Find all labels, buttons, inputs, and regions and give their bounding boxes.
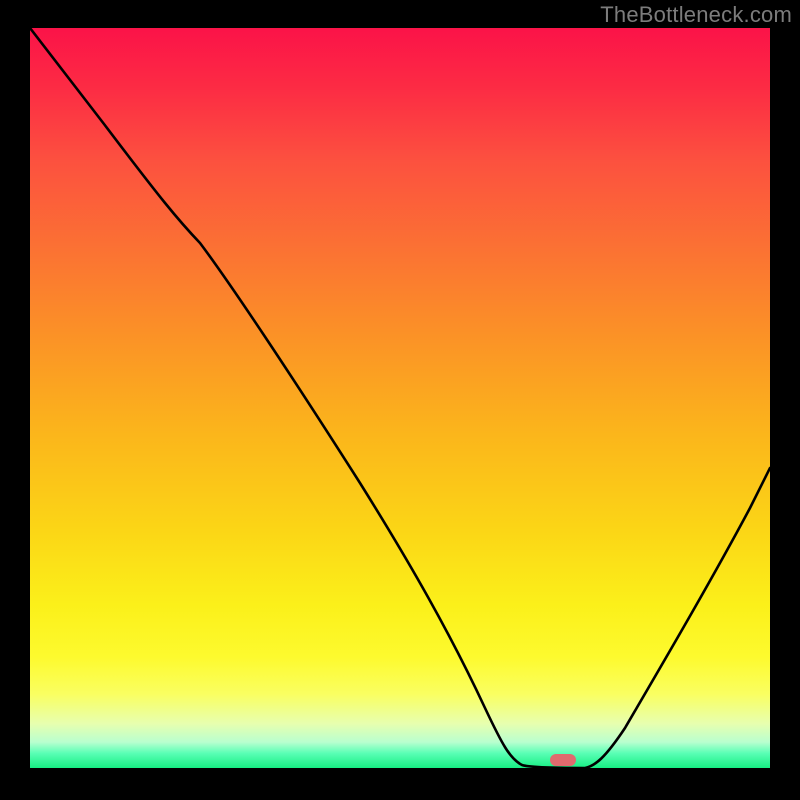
bottleneck-curve bbox=[30, 28, 770, 768]
chart-frame: TheBottleneck.com bbox=[0, 0, 800, 800]
watermark-text: TheBottleneck.com bbox=[600, 2, 792, 28]
optimal-point-marker bbox=[550, 754, 576, 766]
curve-path bbox=[30, 28, 770, 768]
plot-area bbox=[30, 28, 770, 768]
